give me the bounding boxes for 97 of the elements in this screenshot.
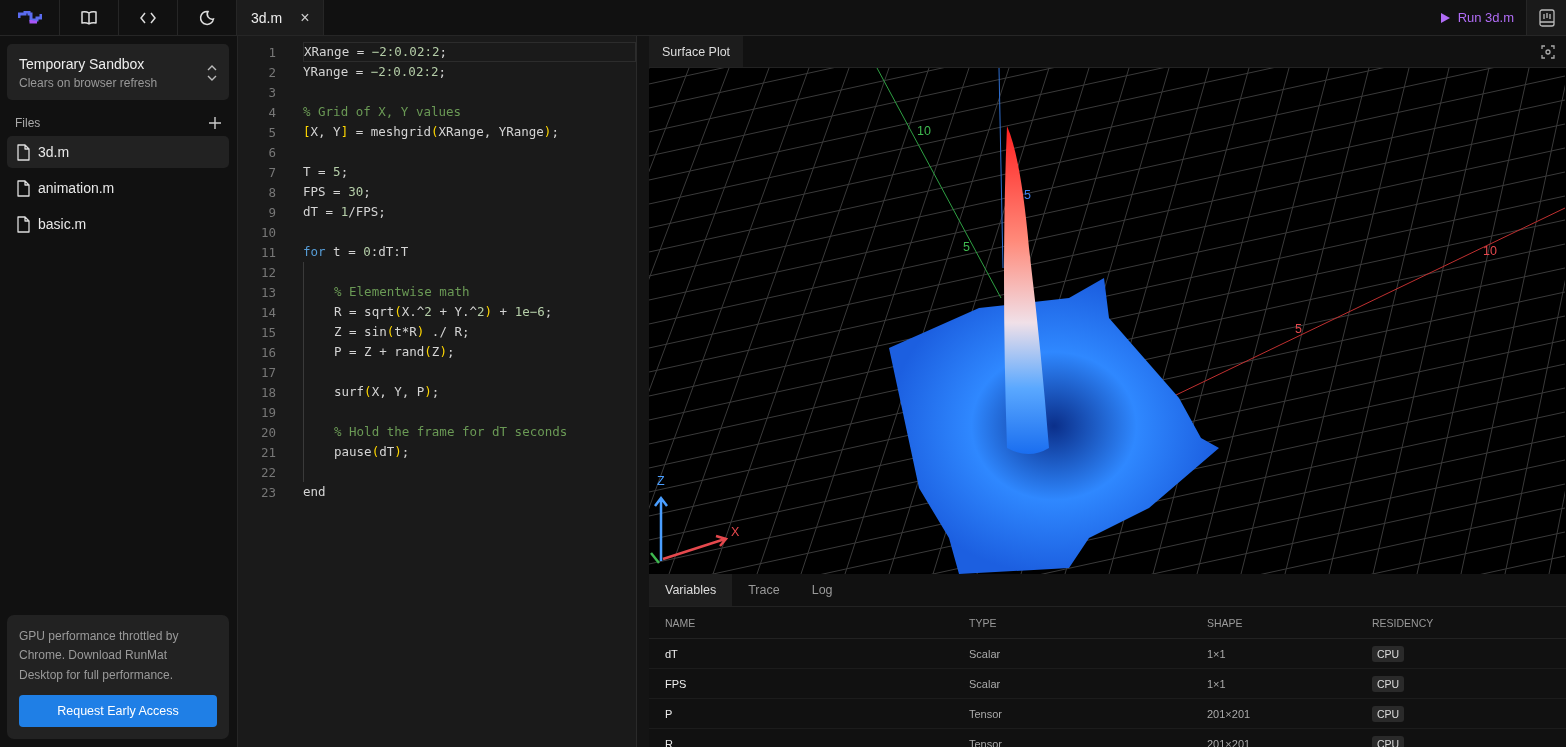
table-cell: R xyxy=(649,729,953,747)
files-label: Files xyxy=(15,116,41,130)
axis-tick-label: 5 xyxy=(1295,322,1302,336)
file-item[interactable]: 3d.m xyxy=(7,136,229,168)
code-icon xyxy=(140,10,156,25)
line-number: 10 xyxy=(259,224,277,240)
line-number: 19 xyxy=(259,404,277,420)
code-line: R = sqrt(X.^2 + Y.^2) + 1e−6; xyxy=(334,303,554,321)
workspace-title: Temporary Sandbox xyxy=(19,56,146,72)
z-axis-arrow xyxy=(653,495,669,563)
line-number: 22 xyxy=(259,464,277,480)
workspace-subtitle: Clears on browser refresh xyxy=(19,76,159,90)
column-header: RESIDENCY xyxy=(1356,607,1566,639)
table-cell: Tensor xyxy=(953,729,1191,747)
code-line: for t = 0:dT:T xyxy=(303,243,410,261)
axis-tick-label: 5 xyxy=(1024,188,1031,202)
code-line: % Grid of X, Y values xyxy=(303,103,463,121)
play-icon xyxy=(1439,11,1450,24)
line-number: 7 xyxy=(267,164,277,180)
table-cell: dT xyxy=(649,639,953,669)
code-line: end xyxy=(303,483,327,501)
table-cell: FPS xyxy=(649,669,953,699)
line-number: 6 xyxy=(267,144,277,160)
column-header: SHAPE xyxy=(1191,607,1356,639)
table-cell: Scalar xyxy=(953,639,1191,669)
axis-label: Z xyxy=(657,474,665,488)
file-tab[interactable]: 3d.m × xyxy=(237,0,325,35)
panel-tab[interactable]: Log xyxy=(795,574,849,606)
plot-tab[interactable]: Surface Plot xyxy=(649,36,744,67)
file-icon xyxy=(17,179,30,197)
residency-badge: CPU xyxy=(1372,705,1405,722)
run-button[interactable]: Run 3d.m xyxy=(1427,0,1526,35)
file-item[interactable]: basic.m xyxy=(7,208,229,240)
residency-badge: CPU xyxy=(1372,675,1405,692)
request-access-button[interactable]: Request Early Access xyxy=(19,695,217,727)
book-icon xyxy=(81,10,97,25)
panel-tab[interactable]: Variables xyxy=(649,574,733,606)
table-cell: Tensor xyxy=(953,699,1191,729)
table-cell: 1×1 xyxy=(1191,639,1356,669)
file-item[interactable]: animation.m xyxy=(7,172,229,204)
table-cell: Scalar xyxy=(953,669,1191,699)
code-line: pause(dT); xyxy=(334,443,411,461)
x-axis-arrow xyxy=(661,534,729,561)
code-line: T = 5; xyxy=(303,163,350,181)
code-line: % Elementwise math xyxy=(334,283,471,301)
moon-icon xyxy=(199,9,215,26)
code-line: FPS = 30; xyxy=(303,183,372,201)
code-line: YRange = −2:0.02:2; xyxy=(303,63,447,81)
code-line: surf(X, Y, P); xyxy=(334,383,441,401)
line-number: 12 xyxy=(259,264,277,280)
code-line: Z = sin(t*R) ./ R; xyxy=(334,323,471,341)
line-number: 9 xyxy=(267,204,277,220)
line-number: 23 xyxy=(259,484,277,500)
line-number: 2 xyxy=(267,64,277,80)
line-number: 21 xyxy=(259,444,277,460)
axis-tick-label: 10 xyxy=(917,124,931,138)
add-icon[interactable] xyxy=(209,117,221,129)
code-line: [X, Y] = meshgrid(XRange, YRange); xyxy=(303,123,560,141)
line-number: 18 xyxy=(259,384,277,400)
chevron-updown-icon xyxy=(207,65,217,81)
code-line: dT = 1/FPS; xyxy=(303,203,387,221)
line-number: 5 xyxy=(267,124,277,140)
line-number: 3 xyxy=(267,84,277,100)
residency-badge: CPU xyxy=(1372,735,1405,747)
file-icon xyxy=(17,215,30,233)
focus-icon xyxy=(1541,44,1555,59)
table-cell: P xyxy=(649,699,953,729)
column-header: NAME xyxy=(649,607,953,639)
line-number: 8 xyxy=(267,184,277,200)
table-cell: 201×201 xyxy=(1191,699,1356,729)
line-number: 4 xyxy=(267,104,277,120)
axis-tick-label: 10 xyxy=(1483,244,1497,258)
line-number: 1 xyxy=(267,44,277,60)
code-line: P = Z + rand(Z); xyxy=(334,343,456,361)
line-number: 13 xyxy=(259,284,277,300)
line-number: 16 xyxy=(259,344,277,360)
close-button[interactable]: × xyxy=(300,8,310,27)
line-number: 20 xyxy=(259,424,277,440)
notice-text: GPU performance throttled by Chrome. Download RunMat Desktop for full performance. xyxy=(19,627,180,684)
file-icon xyxy=(17,143,30,161)
panel-tab[interactable]: Trace xyxy=(732,574,796,606)
logo-icon[interactable] xyxy=(17,11,42,24)
axis-label: X xyxy=(731,525,740,539)
residency-badge: CPU xyxy=(1372,645,1405,662)
tab-label: 3d.m xyxy=(251,9,283,26)
workspace-selector[interactable]: Temporary Sandbox Clears on browser refresh xyxy=(7,44,229,100)
panel-toggle-button[interactable] xyxy=(1526,0,1566,35)
table-cell: 1×1 xyxy=(1191,669,1356,699)
column-header: TYPE xyxy=(953,607,1191,639)
line-number: 17 xyxy=(259,364,277,380)
table-cell: 201×201 xyxy=(1191,729,1356,747)
line-number: 14 xyxy=(259,304,277,320)
line-number: 15 xyxy=(259,324,277,340)
panel-icon xyxy=(1538,8,1555,27)
axis-tick-label: 5 xyxy=(963,240,970,254)
line-number: 11 xyxy=(259,244,277,260)
code-line: % Hold the frame for dT seconds xyxy=(334,423,569,441)
